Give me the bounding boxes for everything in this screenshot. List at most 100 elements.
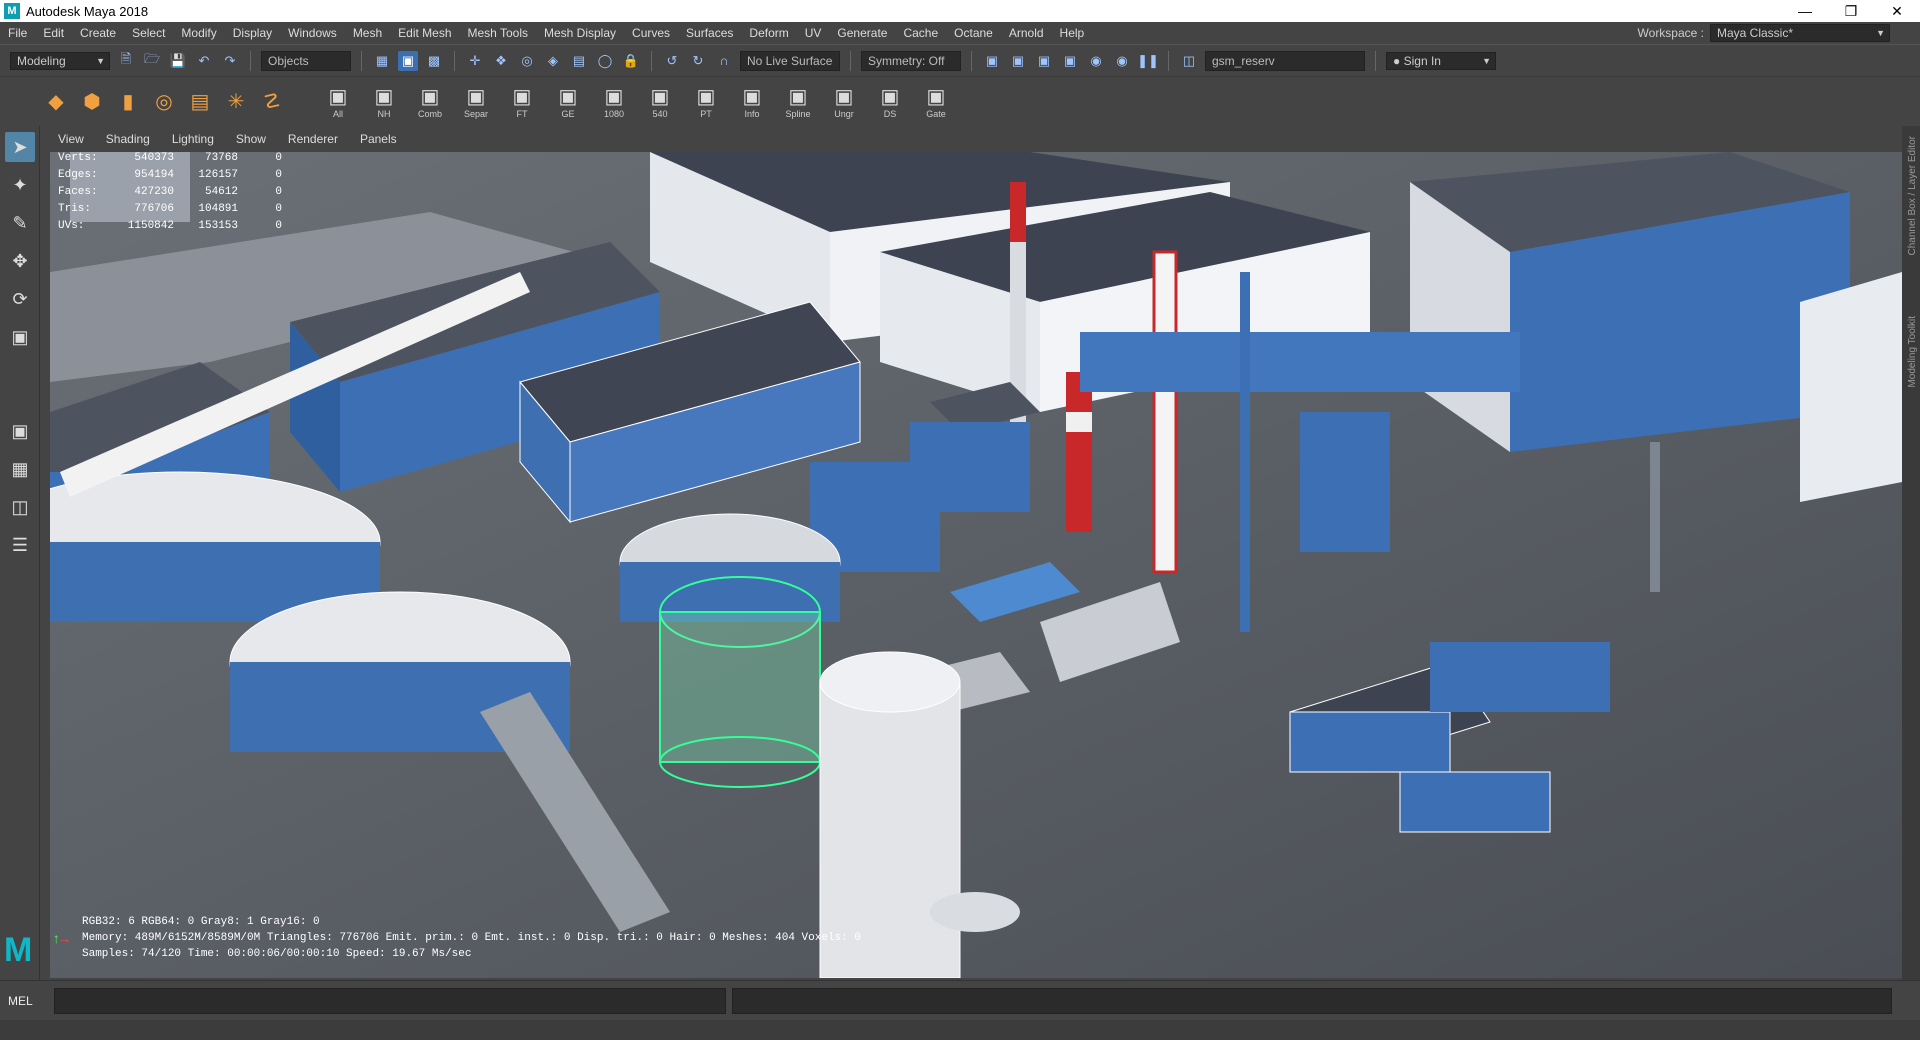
shelf-gate-button[interactable]: ▣ Gate <box>920 80 952 124</box>
menu-select[interactable]: Select <box>124 26 173 40</box>
menu-windows[interactable]: Windows <box>280 26 345 40</box>
menu-display[interactable]: Display <box>225 26 280 40</box>
cube-icon[interactable]: ◆ <box>40 80 72 124</box>
snap-grid-icon[interactable]: ✛ <box>465 51 485 71</box>
scale-tool-icon[interactable]: ▣ <box>5 322 35 352</box>
shelf-pt-button[interactable]: ▣ PT <box>690 80 722 124</box>
select-object-icon[interactable]: ▣ <box>398 50 418 71</box>
shelf-1080-button[interactable]: ▣ 1080 <box>598 80 630 124</box>
live-surface-field[interactable]: No Live Surface <box>740 50 840 71</box>
outliner-layout-icon[interactable]: ☰ <box>5 530 35 560</box>
panel-menu-panels[interactable]: Panels <box>352 132 405 146</box>
render-settings-icon[interactable]: ▣ <box>1060 51 1080 71</box>
menu-help[interactable]: Help <box>1052 26 1093 40</box>
sign-in-dropdown[interactable]: ● Sign In ▼ <box>1386 51 1496 70</box>
lock-icon[interactable]: 🔒 <box>621 51 641 71</box>
menu-cache[interactable]: Cache <box>895 26 946 40</box>
snap-curve-icon[interactable]: ❖ <box>491 51 511 71</box>
menu-surfaces[interactable]: Surfaces <box>678 26 741 40</box>
redo-icon[interactable]: ↷ <box>220 51 240 71</box>
plane-icon[interactable]: ▤ <box>184 80 216 124</box>
sphere-icon[interactable]: ⬢ <box>76 80 108 124</box>
select-component-icon[interactable]: ▩ <box>424 51 444 71</box>
menu-generate[interactable]: Generate <box>829 26 895 40</box>
shelf-ungr-button[interactable]: ▣ Ungr <box>828 80 860 124</box>
two-pane-layout-icon[interactable]: ◫ <box>5 492 35 522</box>
menu-curves[interactable]: Curves <box>624 26 678 40</box>
hypershade-icon[interactable]: ◉ <box>1086 51 1106 71</box>
magnet-icon[interactable]: ∩ <box>714 51 734 71</box>
panel-menu-lighting[interactable]: Lighting <box>164 132 222 146</box>
menu-set-dropdown[interactable]: Modeling ▼ <box>10 51 110 70</box>
close-button[interactable]: ✕ <box>1874 0 1920 22</box>
torus-icon[interactable]: ◎ <box>148 80 180 124</box>
workspace-dropdown[interactable]: Maya Classic* ▼ <box>1710 24 1890 42</box>
modeling-toolkit-tab[interactable]: Modeling Toolkit <box>1907 316 1918 388</box>
menu-file[interactable]: File <box>0 26 35 40</box>
pause-icon[interactable]: ❚❚ <box>1137 51 1159 71</box>
panel-menu-renderer[interactable]: Renderer <box>280 132 346 146</box>
restore-button[interactable]: ❐ <box>1828 0 1874 22</box>
menu-mesh[interactable]: Mesh <box>345 26 390 40</box>
menu-octane[interactable]: Octane <box>946 26 1001 40</box>
shelf-spline-button[interactable]: ▣ Spline <box>782 80 814 124</box>
menu-deform[interactable]: Deform <box>741 26 796 40</box>
shelf-info-button[interactable]: ▣ Info <box>736 80 768 124</box>
snap-point-icon[interactable]: ◎ <box>517 51 537 71</box>
snap-surface-icon[interactable]: ▤ <box>569 51 589 71</box>
undo-icon[interactable]: ↶ <box>194 51 214 71</box>
save-scene-icon[interactable]: 💾 <box>168 51 188 71</box>
shelf-comb-button[interactable]: ▣ Comb <box>414 80 446 124</box>
selected-tank[interactable] <box>659 611 821 763</box>
ipr-render-icon[interactable]: ▣ <box>1034 51 1054 71</box>
shelf-label: Comb <box>417 108 442 119</box>
link-icon[interactable]: ☡ <box>256 80 288 124</box>
menu-edit[interactable]: Edit <box>35 26 72 40</box>
star-icon[interactable]: ✳ <box>220 80 252 124</box>
snap-plane-icon[interactable]: ◈ <box>543 51 563 71</box>
panel-menu-show[interactable]: Show <box>228 132 274 146</box>
menu-create[interactable]: Create <box>72 26 124 40</box>
paint-select-icon[interactable]: ✎ <box>5 208 35 238</box>
menu-mesh-tools[interactable]: Mesh Tools <box>460 26 536 40</box>
shelf-all-button[interactable]: ▣ All <box>322 80 354 124</box>
rename-field[interactable]: gsm_reserv <box>1205 50 1365 71</box>
shelf-ft-button[interactable]: ▣ FT <box>506 80 538 124</box>
symmetry-field[interactable]: Symmetry: Off <box>861 50 961 71</box>
3d-viewport[interactable]: Verts: 540373 73768 0 Edges: 954194 126157 0 Fac… <box>50 152 1902 978</box>
lasso-tool-icon[interactable]: ✦ <box>5 170 35 200</box>
menu-mesh-display[interactable]: Mesh Display <box>536 26 624 40</box>
select-tool-icon[interactable]: ➤ <box>5 132 35 162</box>
open-scene-icon[interactable]: 🗁 <box>142 51 162 71</box>
move-tool-icon[interactable]: ✥ <box>5 246 35 276</box>
panel-toggle-icon[interactable]: ◫ <box>1179 51 1199 71</box>
history-icon[interactable]: ↺ <box>662 51 682 71</box>
arnold-render-icon[interactable]: ◉ <box>1112 51 1132 71</box>
rotate-tool-icon[interactable]: ⟳ <box>5 284 35 314</box>
new-scene-icon[interactable]: 🗎 <box>116 51 136 71</box>
panel-menu-view[interactable]: View <box>50 132 92 146</box>
menu-edit-mesh[interactable]: Edit Mesh <box>390 26 459 40</box>
selection-mode-field[interactable]: Objects <box>261 50 351 71</box>
mel-input[interactable] <box>54 987 726 1014</box>
snap-view-icon[interactable]: ◯ <box>595 51 615 71</box>
menu-uv[interactable]: UV <box>797 26 830 40</box>
single-pane-layout-icon[interactable]: ▣ <box>5 416 35 446</box>
cylinder-icon[interactable]: ▮ <box>112 80 144 124</box>
panel-menu-shading[interactable]: Shading <box>98 132 158 146</box>
menu-arnold[interactable]: Arnold <box>1001 26 1052 40</box>
shelf-ge-button[interactable]: ▣ GE <box>552 80 584 124</box>
shelf-nh-button[interactable]: ▣ NH <box>368 80 400 124</box>
render-frame-icon[interactable]: ▣ <box>1008 51 1028 71</box>
minimize-button[interactable]: — <box>1782 0 1828 22</box>
menu-modify[interactable]: Modify <box>173 26 224 40</box>
mel-label[interactable]: MEL <box>8 994 48 1008</box>
shelf-ds-button[interactable]: ▣ DS <box>874 80 906 124</box>
four-pane-layout-icon[interactable]: ▦ <box>5 454 35 484</box>
shelf-540-button[interactable]: ▣ 540 <box>644 80 676 124</box>
render-view-icon[interactable]: ▣ <box>982 51 1002 71</box>
shelf-separ-button[interactable]: ▣ Separ <box>460 80 492 124</box>
select-hierarchy-icon[interactable]: ▦ <box>372 51 392 71</box>
input-ops-icon[interactable]: ↻ <box>688 51 708 71</box>
channel-box-tab[interactable]: Channel Box / Layer Editor <box>1907 136 1918 256</box>
